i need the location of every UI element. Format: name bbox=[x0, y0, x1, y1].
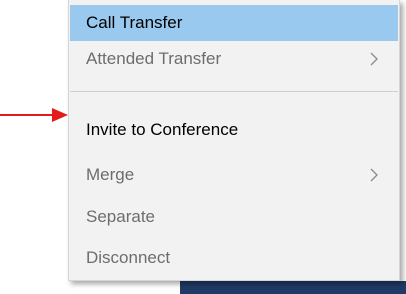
menu-item-invite-to-conference[interactable]: Invite to Conference bbox=[70, 112, 398, 148]
annotation-arrow-icon bbox=[0, 108, 68, 122]
chevron-right-icon bbox=[370, 168, 378, 182]
menu-item-attended-transfer[interactable]: Attended Transfer bbox=[70, 41, 398, 77]
menu-separator bbox=[70, 91, 398, 92]
menu-item-label: Merge bbox=[86, 165, 135, 184]
menu-item-label: Separate bbox=[86, 207, 155, 226]
menu-item-call-transfer[interactable]: Call Transfer bbox=[70, 5, 398, 41]
context-menu: Call Transfer Attended Transfer Invite t… bbox=[68, 0, 400, 281]
menu-item-disconnect[interactable]: Disconnect bbox=[70, 240, 398, 276]
menu-item-label: Call Transfer bbox=[86, 13, 183, 32]
menu-item-merge[interactable]: Merge bbox=[70, 157, 398, 193]
menu-item-separate[interactable]: Separate bbox=[70, 199, 398, 235]
menu-item-label: Disconnect bbox=[86, 248, 171, 267]
menu-item-label: Invite to Conference bbox=[86, 120, 239, 139]
menu-item-label: Attended Transfer bbox=[86, 49, 222, 68]
background-window-edge bbox=[180, 281, 406, 294]
chevron-right-icon bbox=[370, 52, 378, 66]
